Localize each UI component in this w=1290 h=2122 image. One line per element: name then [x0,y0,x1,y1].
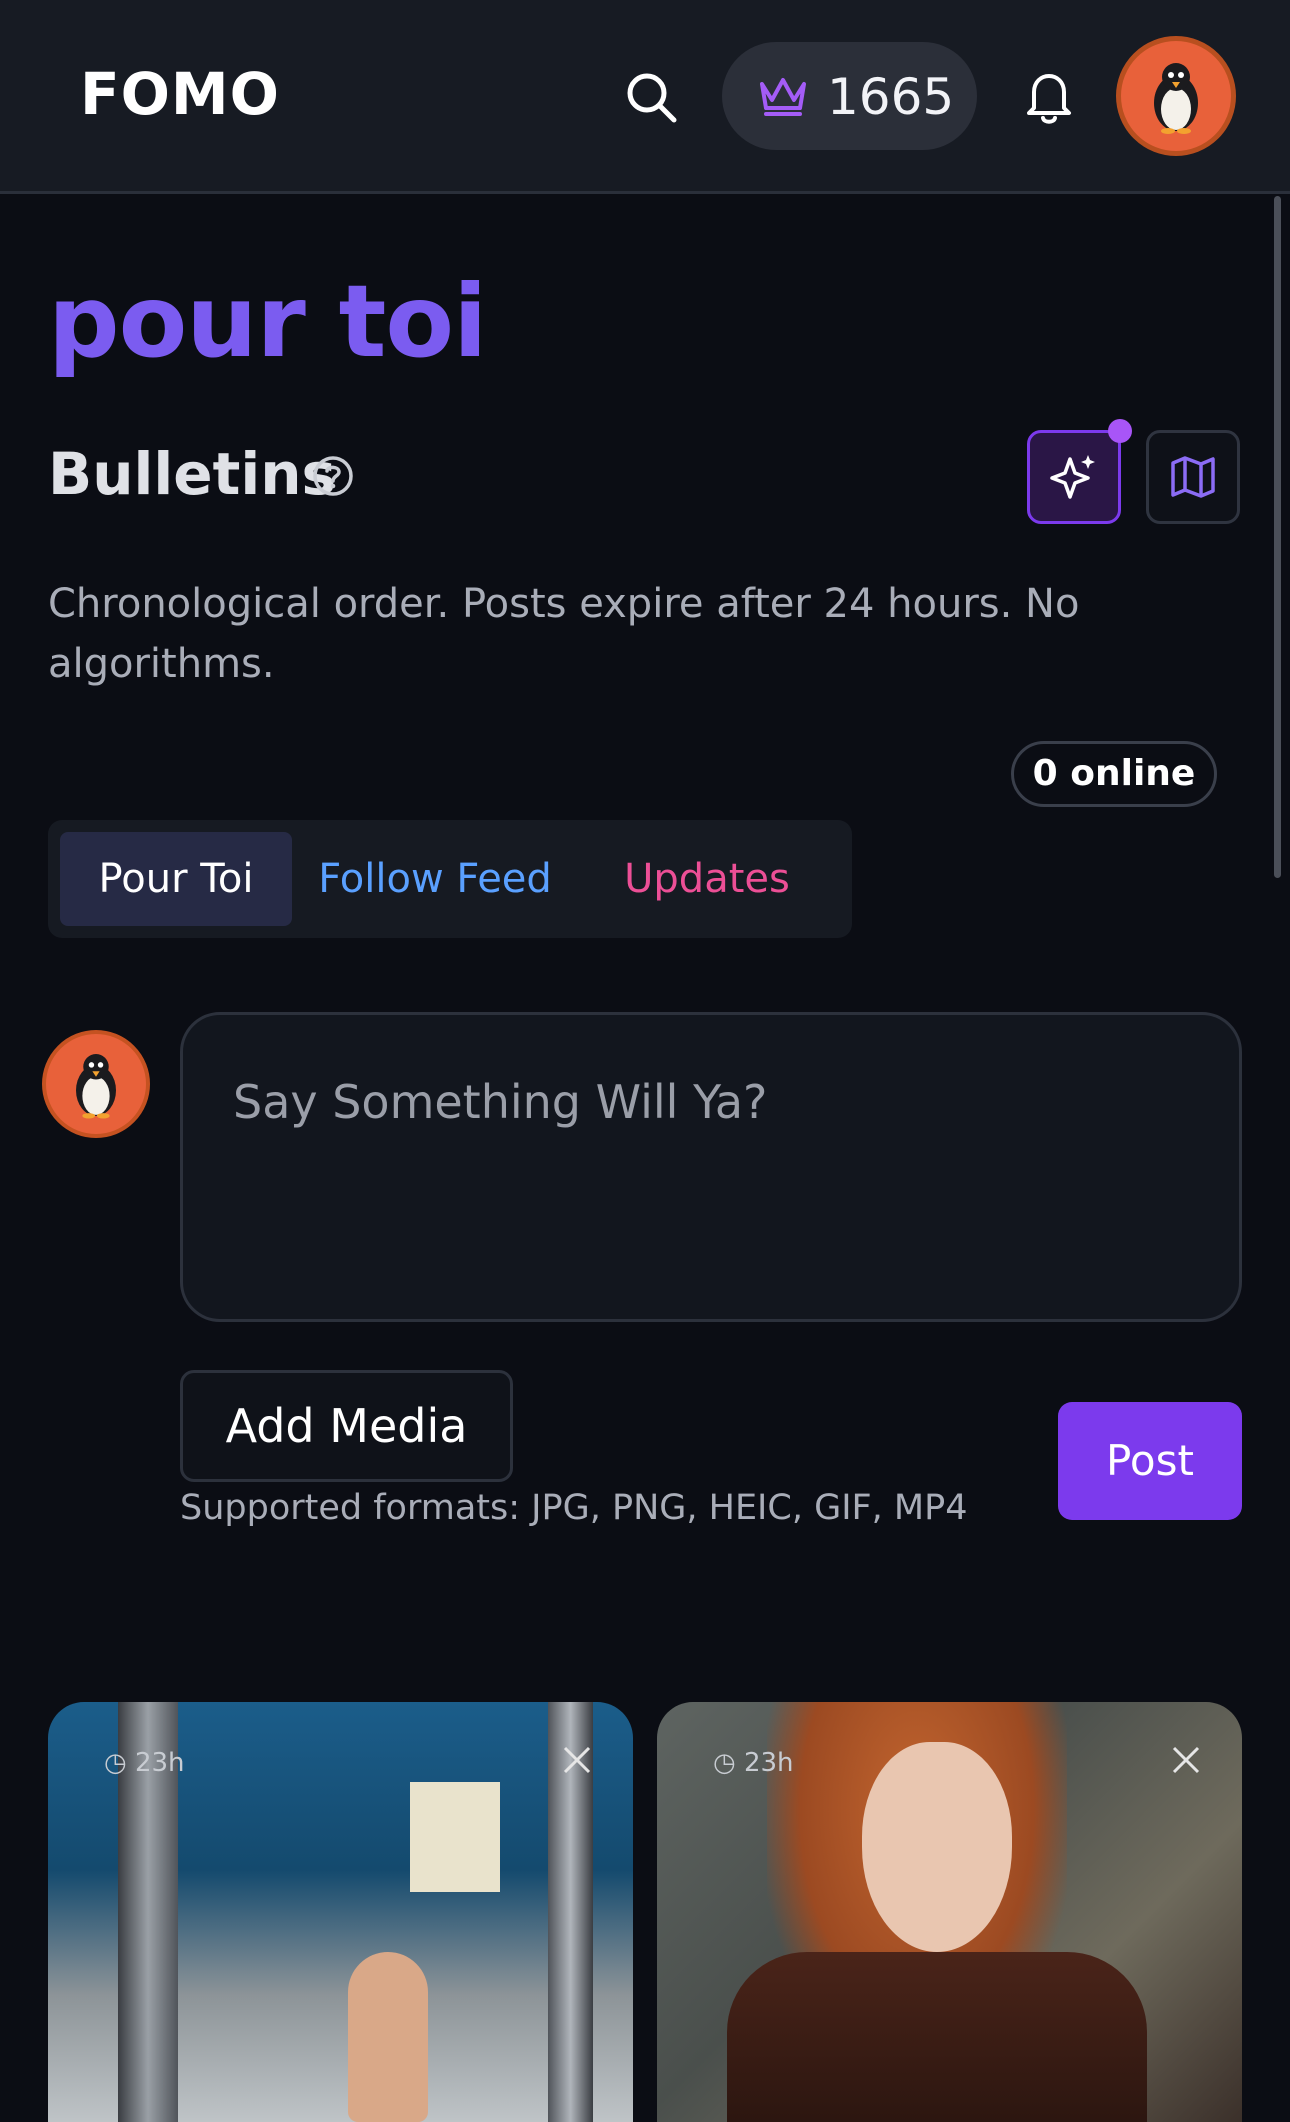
supported-formats-note: Supported formats: JPG, PNG, HEIC, GIF, … [180,1488,968,1528]
ai-sparkle-button[interactable] [1027,419,1132,524]
close-icon[interactable] [1170,1744,1202,1776]
card-image-detail [410,1782,500,1892]
help-icon[interactable] [312,455,354,497]
notification-dot [1108,419,1132,443]
top-bar: FOMO 1665 [0,0,1290,194]
page-title: pour toi [48,263,487,380]
post-button[interactable]: Post [1058,1402,1242,1520]
map-icon [1171,456,1215,498]
bell-icon[interactable] [1022,68,1076,126]
feed-description: Chronological order. Posts expire after … [48,581,1080,687]
penguin-icon [1154,63,1198,134]
points-value: 1665 [827,68,955,126]
card-image-detail [862,1742,1012,1952]
card-image-detail [727,1952,1147,2122]
post-age-value: 23h [134,1748,185,1778]
avatar[interactable] [1116,36,1236,156]
section-title: Bulletins [48,440,337,508]
add-media-button[interactable]: Add Media [180,1370,513,1482]
points-badge[interactable]: 1665 [722,42,977,150]
tab-pour-toi[interactable]: Pour Toi [60,832,292,926]
tab-follow-feed[interactable]: Follow Feed [310,832,560,926]
card-image-detail [348,1952,428,2122]
page-scrollbar[interactable] [1274,196,1281,878]
sparkle-icon [1050,455,1095,499]
composer-avatar [42,1030,150,1138]
feed-tabs: Pour Toi Follow Feed Updates [48,820,852,938]
crown-icon [760,78,806,116]
feed-card[interactable]: ◷ 23h [48,1702,633,2122]
post-age: ◷ 23h [713,1748,794,1778]
post-age: ◷ 23h [104,1748,185,1778]
online-count-badge: 0 online [1011,741,1217,807]
map-button[interactable] [1146,430,1240,524]
post-composer-input[interactable]: Say Something Will Ya? [180,1012,1242,1322]
tab-updates[interactable]: Updates [578,832,836,926]
feed-card[interactable]: ◷ 23h [657,1702,1242,2122]
search-icon[interactable] [622,68,680,126]
post-age-value: 23h [743,1748,794,1778]
brand-logo[interactable]: FOMO [80,60,280,128]
penguin-icon [76,1054,116,1119]
close-icon[interactable] [561,1744,593,1776]
